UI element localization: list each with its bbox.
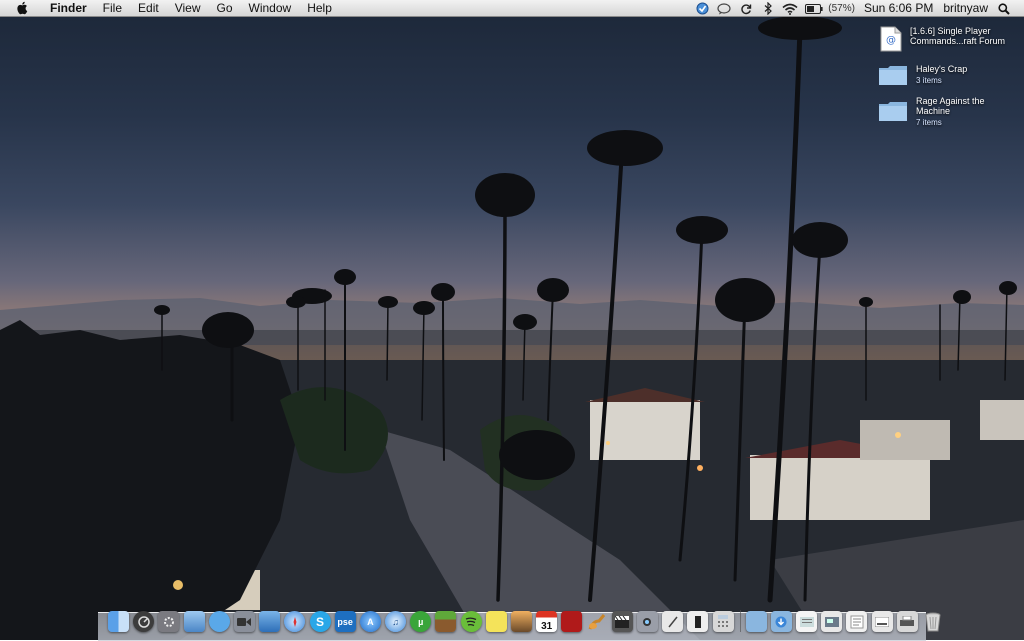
itunes-icon[interactable]: ♫ [385, 611, 407, 632]
automator-icon[interactable] [687, 611, 709, 632]
antivirus-status-icon[interactable] [694, 0, 710, 17]
calculator-icon[interactable] [712, 611, 734, 632]
screenshot-stack-icon[interactable] [821, 611, 843, 632]
dock: S pse A ♫ µ 31 [108, 606, 947, 632]
ichat-icon[interactable] [208, 611, 230, 632]
user-account-menu[interactable]: britnyaw [938, 0, 993, 17]
printer-icon[interactable] [896, 611, 918, 632]
preview-icon[interactable] [183, 611, 205, 632]
facetime-icon[interactable] [233, 611, 255, 632]
ical-icon[interactable]: 31 [536, 611, 558, 632]
dashboard-icon[interactable] [133, 611, 155, 632]
spotlight-search-icon[interactable] [996, 0, 1012, 17]
trash-icon[interactable] [922, 611, 943, 632]
desktop-folder-rage-against-the-machine[interactable]: Rage Against the Machine 7 items [878, 96, 1020, 128]
webloc-icon: @ [880, 26, 902, 57]
image-capture-icon[interactable] [636, 611, 658, 632]
svg-text:@: @ [886, 35, 896, 46]
battery-icon[interactable] [804, 0, 824, 17]
desktop-folder-haleys-crap[interactable]: Haley's Crap 3 items [878, 64, 1020, 91]
desktop-item-label: Haley's Crap 3 items [916, 64, 968, 85]
battery-percentage[interactable]: (57%) [827, 0, 859, 17]
desktop-item-label: [1.6.6] Single Player Commands...raft Fo… [910, 26, 1006, 46]
textedit-icon[interactable] [662, 611, 684, 632]
app-menu-finder[interactable]: Finder [42, 0, 95, 17]
system-preferences-icon[interactable] [158, 611, 180, 632]
finder-icon[interactable] [108, 611, 129, 632]
safari-icon[interactable] [284, 611, 306, 632]
apple-menu-icon[interactable] [14, 0, 30, 17]
folder-icon [878, 100, 908, 127]
utorrent-icon[interactable]: µ [410, 611, 432, 632]
document-stack-icon[interactable] [796, 611, 818, 632]
menu-view[interactable]: View [167, 0, 209, 17]
photo-booth-icon[interactable] [561, 611, 583, 632]
screenshot-2-icon[interactable] [871, 611, 893, 632]
app-store-icon[interactable]: A [359, 611, 381, 632]
menu-edit[interactable]: Edit [130, 0, 167, 17]
minecraft-icon[interactable] [435, 611, 457, 632]
menu-bar: Finder File Edit View Go Window Help (57… [0, 0, 1024, 17]
menubar-clock[interactable]: Sun 6:06 PM [859, 0, 938, 17]
dock-separator [739, 610, 741, 632]
wifi-icon[interactable] [782, 0, 798, 17]
applications-folder-icon[interactable] [745, 611, 767, 632]
preferences-stack-icon[interactable] [846, 611, 868, 632]
iphoto-icon[interactable] [511, 611, 532, 632]
spotify-icon[interactable] [460, 611, 482, 632]
menu-go[interactable]: Go [209, 0, 241, 17]
sync-icon[interactable] [738, 0, 754, 17]
menu-file[interactable]: File [95, 0, 130, 17]
garageband-icon[interactable] [587, 611, 608, 632]
desktop-item-webloc[interactable]: @ [1.6.6] Single Player Commands...raft … [880, 26, 1014, 57]
skype-icon[interactable]: S [309, 611, 331, 632]
mission-control-icon[interactable] [259, 611, 281, 632]
stickies-icon[interactable] [485, 611, 507, 632]
folder-icon [878, 64, 908, 91]
photoshop-elements-icon[interactable]: pse [334, 611, 356, 632]
chat-status-icon[interactable] [716, 0, 732, 17]
downloads-folder-icon[interactable] [770, 611, 792, 632]
desktop-wallpaper [0, 0, 1024, 640]
imovie-icon[interactable] [611, 611, 633, 632]
desktop-item-label: Rage Against the Machine 7 items [916, 96, 985, 127]
menu-window[interactable]: Window [241, 0, 300, 17]
menu-help[interactable]: Help [299, 0, 340, 17]
bluetooth-icon[interactable] [760, 0, 776, 17]
